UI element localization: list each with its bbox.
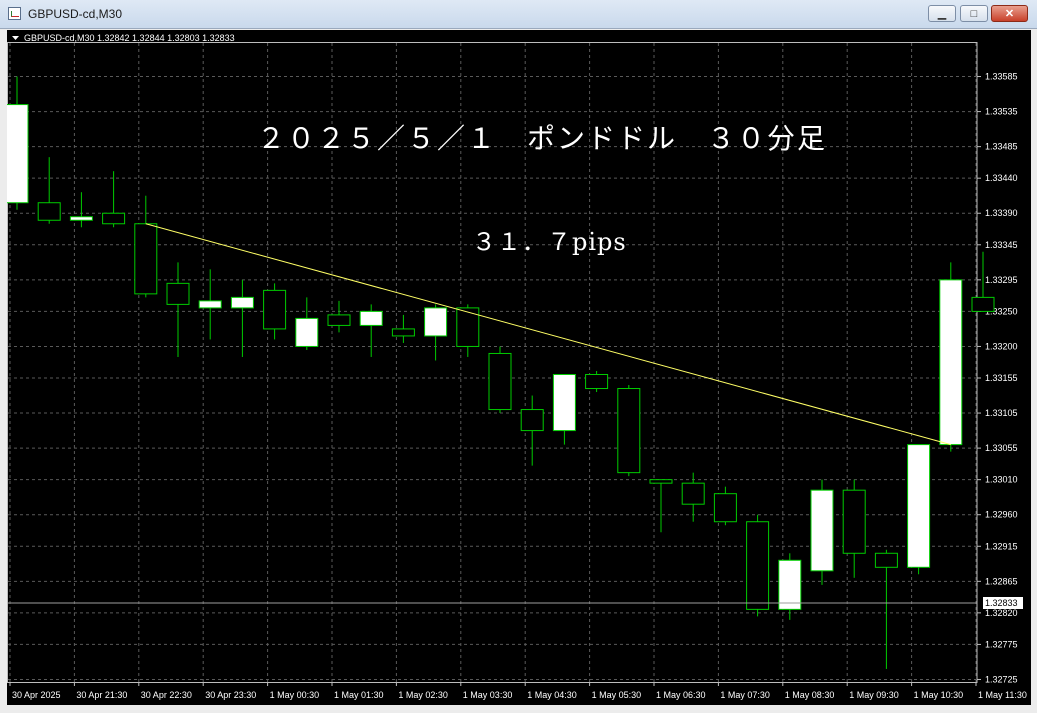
candle-body [456, 307, 480, 347]
x-tick-label: 1 May 00:30 [270, 690, 320, 700]
candle-body [971, 296, 995, 312]
candle-body [810, 489, 834, 572]
y-tick-label: 1.33055 [985, 443, 1018, 453]
window-title: GBPUSD-cd,M30 [28, 7, 123, 21]
candle-body [552, 373, 576, 432]
x-tick-label: 1 May 05:30 [592, 690, 642, 700]
candle-body [359, 310, 383, 326]
x-tick-label: 1 May 08:30 [785, 690, 835, 700]
y-tick-label: 1.33585 [985, 72, 1018, 82]
x-tick-label: 1 May 09:30 [849, 690, 899, 700]
candle-body [713, 493, 737, 523]
candle-body [327, 314, 351, 326]
candle-body [874, 552, 898, 568]
y-tick-label: 1.32960 [985, 510, 1018, 520]
candle-body [939, 279, 963, 446]
close-button[interactable]: ✕ [991, 5, 1028, 22]
current-price-label: 1.32833 [985, 598, 1018, 608]
candle-body [102, 212, 126, 225]
candle-body [746, 521, 770, 610]
candle-body [134, 223, 158, 295]
candle-body [198, 300, 222, 309]
candlestick-chart[interactable]: 1.33585 1.33535 1.33485 1.33440 1.33390 1.333… [7, 30, 1031, 705]
candle-body [263, 289, 287, 330]
y-tick-label: 1.33345 [985, 240, 1018, 250]
candle-body [681, 482, 705, 505]
y-tick-label: 1.32915 [985, 541, 1018, 551]
y-tick-label: 1.33295 [985, 275, 1018, 285]
candle-body [488, 352, 512, 411]
y-tick-label: 1.32820 [985, 608, 1018, 618]
y-tick-label: 1.33010 [985, 475, 1018, 485]
x-tick-label: 1 May 06:30 [656, 690, 706, 700]
candle-body [617, 388, 641, 474]
candle-body [166, 282, 190, 305]
x-tick-label: 1 May 07:30 [720, 690, 770, 700]
y-tick-label: 1.32775 [985, 639, 1018, 649]
dropdown-triangle-icon [12, 36, 19, 40]
minimize-button[interactable]: ▁ [928, 5, 956, 22]
title-bar[interactable]: GBPUSD-cd,M30 ▁ □ ✕ [0, 0, 1037, 29]
chart-window: GBPUSD-cd,M30 ▁ □ ✕ 1.33585 1.33535 1.3348… [0, 0, 1037, 713]
y-tick-label: 1.33155 [985, 373, 1018, 383]
x-tick-label: 30 Apr 22:30 [141, 690, 192, 700]
x-tick-label: 30 Apr 2025 [12, 690, 61, 700]
candle-body [585, 373, 609, 390]
candle-body [424, 307, 448, 337]
y-tick-label: 1.32865 [985, 576, 1018, 586]
y-tick-label: 1.33485 [985, 142, 1018, 152]
maximize-button[interactable]: □ [960, 5, 988, 22]
candle-body [37, 202, 61, 221]
y-tick-label: 1.33440 [985, 173, 1018, 183]
chart-canvas[interactable]: 1.33585 1.33535 1.33485 1.33440 1.33390 1.333… [7, 30, 1031, 705]
x-tick-label: 30 Apr 21:30 [76, 690, 127, 700]
x-tick-label: 1 May 03:30 [463, 690, 513, 700]
x-tick-label: 1 May 01:30 [334, 690, 384, 700]
annotation-pips: ３１．７pips [472, 228, 627, 256]
chart-window-icon [8, 7, 21, 20]
candle-body [842, 489, 866, 554]
candle-body [649, 479, 673, 484]
annotation-title: ２０２５／５／１ ポンドドル ３０分足 [257, 122, 827, 155]
candle-body [907, 444, 931, 568]
y-tick-label: 1.33535 [985, 107, 1018, 117]
trendline [145, 223, 951, 446]
candle-body [778, 559, 802, 610]
x-tick-label: 1 May 04:30 [527, 690, 577, 700]
symbol-info: GBPUSD-cd,M30 1.32842 1.32844 1.32803 1.… [24, 33, 235, 43]
candle-body [295, 317, 319, 347]
y-tick-label: 1.32725 [985, 674, 1018, 684]
x-tick-label: 1 May 02:30 [398, 690, 448, 700]
candle-body [391, 328, 415, 337]
y-tick-label: 1.33105 [985, 408, 1018, 418]
candle-body [7, 104, 29, 204]
candle-body [69, 216, 93, 221]
candle-body [520, 409, 544, 432]
x-tick-label: 1 May 11:30 [978, 690, 1027, 700]
y-tick-label: 1.33390 [985, 208, 1018, 218]
x-tick-label: 1 May 10:30 [914, 690, 964, 700]
candle-body [230, 296, 254, 309]
y-tick-label: 1.33200 [985, 341, 1018, 351]
x-tick-label: 30 Apr 23:30 [205, 690, 256, 700]
